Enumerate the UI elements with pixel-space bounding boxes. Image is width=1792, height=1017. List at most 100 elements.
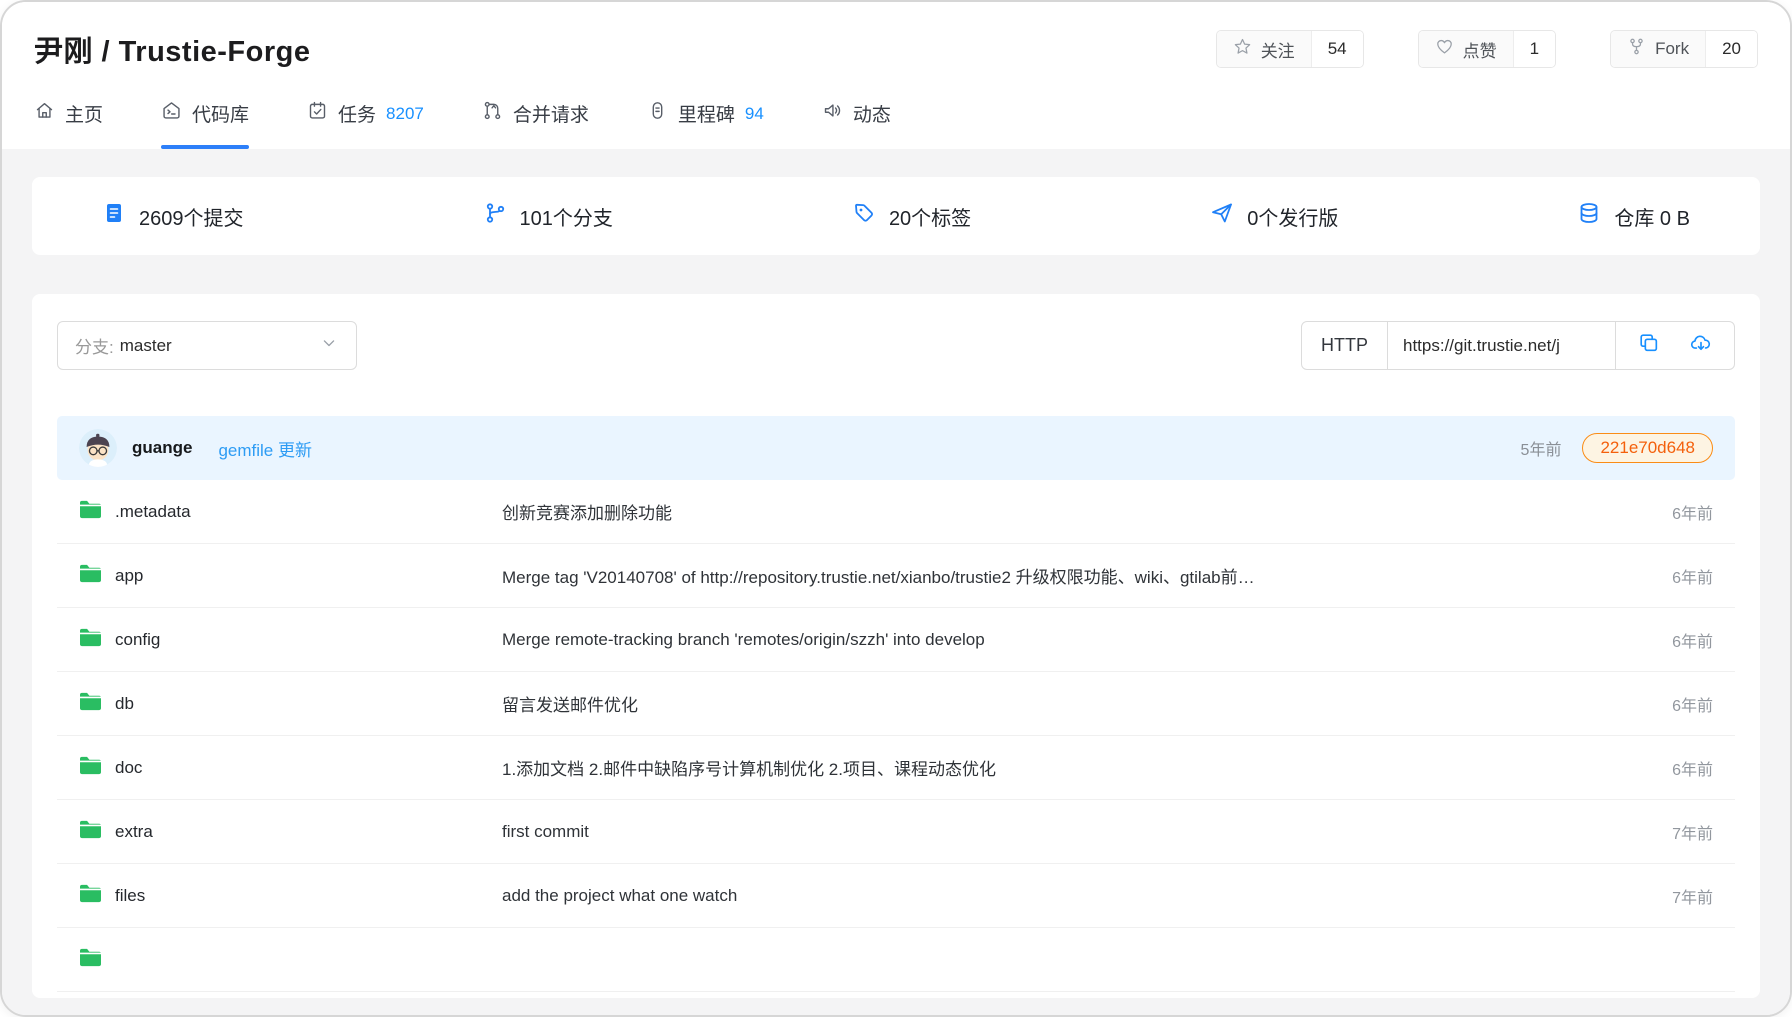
tab-home-label: 主页 (65, 100, 103, 127)
tab-tasks[interactable]: 任务 8207 (307, 100, 424, 149)
page-body: 2609个提交 101个分支 20个标签 0个发行版 仓库 0 B (2, 149, 1790, 1015)
stat-branches[interactable]: 101个分支 (483, 201, 613, 231)
protocol-button[interactable]: HTTP (1302, 322, 1388, 369)
copy-icon[interactable] (1638, 332, 1660, 359)
file-commit-message[interactable]: Merge tag 'V20140708' of http://reposito… (502, 563, 1623, 588)
storage-icon (1577, 201, 1601, 231)
file-row[interactable]: config Merge remote-tracking branch 'rem… (57, 608, 1735, 672)
watch-count[interactable]: 54 (1311, 31, 1363, 67)
praise-label: 点赞 (1463, 37, 1497, 62)
stat-tags[interactable]: 20个标签 (852, 201, 971, 231)
latest-commit-row: guange gemfile 更新 5年前 221e70d648 (57, 416, 1735, 480)
tab-repository[interactable]: 代码库 (161, 100, 249, 149)
file-time: 6年前 (1623, 500, 1713, 524)
milestone-icon (647, 100, 668, 127)
file-commit-message[interactable]: 1.添加文档 2.邮件中缺陷序号计算机制优化 2.项目、课程动态优化 (502, 755, 1623, 780)
file-row[interactable]: db 留言发送邮件优化 6年前 (57, 672, 1735, 736)
folder-icon (79, 819, 102, 845)
tab-tasks-count: 8207 (386, 104, 424, 124)
file-commit-message[interactable]: 留言发送邮件优化 (502, 691, 1623, 716)
file-row[interactable]: .metadata 创新竞赛添加删除功能 6年前 (57, 480, 1735, 544)
tab-merge-requests-label: 合并请求 (513, 100, 589, 127)
tab-home[interactable]: 主页 (34, 100, 103, 149)
tab-tasks-label: 任务 (338, 100, 376, 127)
file-name[interactable]: extra (115, 822, 153, 842)
branch-icon (483, 201, 507, 231)
tab-milestones-count: 94 (745, 104, 764, 124)
folder-icon (79, 947, 102, 973)
file-time: 6年前 (1623, 756, 1713, 780)
repo-toolbar: 分支: master HTTP https://git.trustie.net/… (57, 321, 1735, 370)
branch-value: master (120, 336, 172, 356)
repo-browser-card: 分支: master HTTP https://git.trustie.net/… (32, 294, 1760, 998)
activity-icon (822, 100, 843, 127)
file-commit-message[interactable]: first commit (502, 822, 1623, 842)
tab-merge-requests[interactable]: 合并请求 (482, 100, 589, 149)
stat-releases[interactable]: 0个发行版 (1210, 201, 1338, 231)
file-name[interactable]: config (115, 630, 160, 650)
stat-releases-label: 0个发行版 (1247, 202, 1338, 231)
praise-count[interactable]: 1 (1513, 31, 1555, 67)
file-row[interactable]: app Merge tag 'V20140708' of http://repo… (57, 544, 1735, 608)
repo-tabbar: 主页 代码库 任务 8207 合并请求 里程碑 94 动态 (2, 100, 1790, 149)
commit-hash-badge[interactable]: 221e70d648 (1582, 433, 1713, 463)
commit-author[interactable]: guange (132, 438, 192, 458)
file-time: 6年前 (1623, 564, 1713, 588)
watch-button[interactable]: 关注 54 (1216, 30, 1364, 68)
file-name[interactable]: app (115, 566, 143, 586)
commit-message-link[interactable]: gemfile 更新 (218, 436, 312, 461)
watch-label: 关注 (1261, 37, 1295, 62)
tab-milestones[interactable]: 里程碑 94 (647, 100, 764, 149)
stat-commits[interactable]: 2609个提交 (102, 201, 244, 231)
stat-repo-size-label: 仓库 0 B (1614, 202, 1690, 231)
page-title: 尹刚 / Trustie-Forge (34, 28, 310, 70)
folder-icon (79, 563, 102, 589)
clone-url-field[interactable]: https://git.trustie.net/j (1388, 322, 1616, 369)
commits-icon (102, 201, 126, 231)
file-name[interactable]: .metadata (115, 502, 191, 522)
fork-button[interactable]: Fork 20 (1610, 30, 1758, 68)
stat-repo-size[interactable]: 仓库 0 B (1577, 201, 1690, 231)
repo-header: 尹刚 / Trustie-Forge 关注 54 点赞 1 For (2, 2, 1790, 70)
folder-icon (79, 755, 102, 781)
praise-button[interactable]: 点赞 1 (1418, 30, 1556, 68)
heart-icon (1435, 37, 1454, 61)
file-list: .metadata 创新竞赛添加删除功能 6年前 app Merge tag '… (57, 480, 1735, 992)
file-row[interactable]: extra first commit 7年前 (57, 800, 1735, 864)
file-commit-message[interactable]: add the project what one watch (502, 886, 1623, 906)
commit-time: 5年前 (1521, 436, 1562, 460)
file-time: 6年前 (1623, 628, 1713, 652)
tab-activity[interactable]: 动态 (822, 100, 891, 149)
repo-actions: 关注 54 点赞 1 Fork 20 (1216, 30, 1758, 68)
avatar[interactable] (79, 429, 117, 467)
fork-count[interactable]: 20 (1705, 31, 1757, 67)
file-time: 7年前 (1623, 884, 1713, 908)
file-commit-message[interactable]: 创新竞赛添加删除功能 (502, 499, 1623, 524)
file-time: 7年前 (1623, 820, 1713, 844)
tab-milestones-label: 里程碑 (678, 100, 735, 127)
file-row[interactable]: files add the project what one watch 7年前 (57, 864, 1735, 928)
stat-commits-label: 2609个提交 (139, 202, 244, 231)
chevron-down-icon (319, 333, 339, 358)
folder-icon (79, 627, 102, 653)
file-name[interactable]: db (115, 694, 134, 714)
file-time: 6年前 (1623, 692, 1713, 716)
repo-icon (161, 100, 182, 127)
fork-label: Fork (1655, 39, 1689, 59)
clone-url-group: HTTP https://git.trustie.net/j (1301, 321, 1735, 370)
file-commit-message[interactable]: Merge remote-tracking branch 'remotes/or… (502, 630, 1623, 650)
file-row[interactable] (57, 928, 1735, 992)
star-icon (1233, 37, 1252, 61)
branch-selector[interactable]: 分支: master (57, 321, 357, 370)
stat-tags-label: 20个标签 (889, 202, 971, 231)
folder-icon (79, 691, 102, 717)
stat-branches-label: 101个分支 (520, 202, 613, 231)
release-icon (1210, 201, 1234, 231)
cloud-download-icon[interactable] (1690, 332, 1712, 359)
file-name[interactable]: doc (115, 758, 142, 778)
branch-label: 分支: (75, 333, 114, 358)
home-icon (34, 100, 55, 127)
file-name[interactable]: files (115, 886, 145, 906)
fork-icon (1627, 37, 1646, 61)
file-row[interactable]: doc 1.添加文档 2.邮件中缺陷序号计算机制优化 2.项目、课程动态优化 6… (57, 736, 1735, 800)
